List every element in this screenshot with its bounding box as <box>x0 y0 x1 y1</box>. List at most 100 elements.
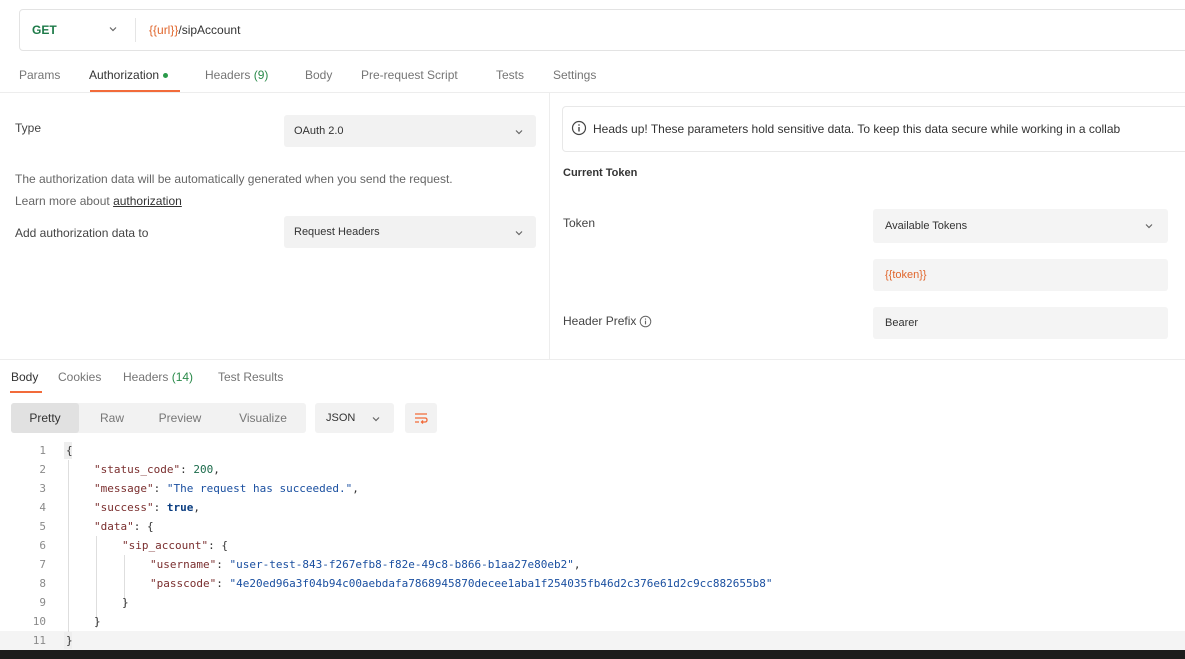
learn-more: Learn more about authorization <box>15 190 535 212</box>
header-prefix-text: Header Prefix <box>563 314 637 328</box>
url-divider <box>135 18 136 42</box>
json-key: "username" <box>150 558 217 571</box>
tab-headers[interactable]: Headers (9) <box>205 68 268 82</box>
json-value: "The request has succeeded." <box>166 482 353 495</box>
add-auth-to-select[interactable]: Request Headers <box>284 216 536 248</box>
chevron-down-icon <box>1145 224 1153 229</box>
json-key: "sip_account" <box>122 539 209 552</box>
panel-divider <box>549 93 550 359</box>
wrap-lines-button[interactable] <box>405 403 437 433</box>
available-tokens-select[interactable]: Available Tokens <box>873 209 1168 243</box>
view-raw-button[interactable]: Raw <box>87 403 137 433</box>
available-tokens-value: Available Tokens <box>885 220 968 232</box>
url-bar: GET {{url}}/sipAccount <box>19 9 1185 51</box>
current-token-heading: Current Token <box>563 167 638 179</box>
header-prefix-label: Header Prefix <box>563 314 652 328</box>
tab-headers-label: Headers <box>205 68 251 82</box>
auth-description-text: The authorization data will be automatic… <box>15 172 453 186</box>
chevron-down-icon[interactable] <box>108 24 118 34</box>
view-pretty-button[interactable]: Pretty <box>11 403 79 433</box>
url-path: /sipAccount <box>178 23 241 37</box>
json-key: "data" <box>94 520 134 533</box>
json-key: "status_code" <box>94 463 181 476</box>
code-line: 9} <box>0 593 1185 612</box>
headers-count: (9) <box>253 68 269 82</box>
json-value: "user-test-843-f267efb8-f82e-49c8-b866-b… <box>229 558 574 571</box>
code-text: "username": "user-test-843-f267efb8-f82e… <box>150 558 581 571</box>
code-line: 10} <box>0 612 1185 631</box>
header-prefix-input[interactable]: Bearer <box>873 307 1168 339</box>
tab-settings[interactable]: Settings <box>553 68 596 82</box>
code-text: "data": { <box>94 520 154 533</box>
method-select[interactable]: GET <box>32 10 57 50</box>
line-number: 4 <box>39 501 46 514</box>
line-number: 7 <box>39 558 46 571</box>
tab-authorization[interactable]: Authorization <box>89 68 169 82</box>
line-number: 8 <box>39 577 46 590</box>
tab-tests[interactable]: Tests <box>496 68 524 82</box>
json-value: 200 <box>193 463 214 476</box>
view-preview-button[interactable]: Preview <box>146 403 214 433</box>
url-input[interactable]: {{url}}/sipAccount <box>149 10 240 50</box>
response-tab-headers[interactable]: Headers (14) <box>123 370 193 384</box>
divider <box>0 359 1185 360</box>
response-body-code: 1{ 2 "status_code": 200, 3 "message": "The… <box>0 441 1185 650</box>
code-line: 1{ <box>0 441 1185 460</box>
active-tab-indicator <box>10 391 42 393</box>
code-text: "success": true, <box>94 501 200 514</box>
code-text: } <box>94 615 101 628</box>
line-number: 10 <box>32 615 46 628</box>
info-icon <box>571 120 587 136</box>
line-number: 9 <box>39 596 46 609</box>
code-line: 5 "data": { <box>0 517 1185 536</box>
json-value: "4e20ed96a3f04b94c00aebdafa7868945870dec… <box>229 577 773 590</box>
line-number: 6 <box>39 539 46 552</box>
code-text: } <box>66 634 73 647</box>
code-text: { <box>66 444 73 457</box>
code-line: 11} <box>0 631 1185 650</box>
auth-type-select[interactable]: OAuth 2.0 <box>284 115 536 147</box>
language-select[interactable]: JSON <box>315 403 394 433</box>
chevron-down-icon <box>515 231 523 236</box>
active-dot-icon <box>163 73 169 79</box>
code-line: 7 "username": "user-test-843-f267efb8-f82… <box>0 555 1185 574</box>
authorization-link[interactable]: authorization <box>113 194 182 208</box>
code-line: 8 "passcode": "4e20ed96a3f04b94c00aebdafa… <box>0 574 1185 593</box>
view-mode-group: Pretty Raw Preview Visualize <box>11 403 306 433</box>
code-line: 6 "sip_account": { <box>0 536 1185 555</box>
chevron-down-icon <box>372 417 380 422</box>
add-auth-label: Add authorization data to <box>15 226 149 240</box>
tab-params[interactable]: Params <box>19 68 60 82</box>
response-tab-test-results[interactable]: Test Results <box>218 370 283 384</box>
code-text: "sip_account": { <box>122 539 228 552</box>
response-tab-cookies[interactable]: Cookies <box>58 370 101 384</box>
add-auth-to-value: Request Headers <box>294 226 380 238</box>
auth-type-value: OAuth 2.0 <box>294 125 344 137</box>
info-icon[interactable] <box>639 315 652 328</box>
header-prefix-value: Bearer <box>885 317 919 329</box>
line-number: 2 <box>39 463 46 476</box>
line-number: 1 <box>39 444 46 457</box>
code-line: 4 "success": true, <box>0 498 1185 517</box>
response-tab-body[interactable]: Body <box>11 370 38 384</box>
tab-pre-request-script[interactable]: Pre-request Script <box>361 68 458 82</box>
response-headers-count: (14) <box>171 370 194 384</box>
json-key: "passcode" <box>150 577 217 590</box>
learn-more-prefix: Learn more about <box>15 194 110 208</box>
auth-description: The authorization data will be automatic… <box>15 168 535 212</box>
window-bottom-edge <box>0 650 1185 659</box>
code-line: 2 "status_code": 200, <box>0 460 1185 479</box>
token-value: {{token}} <box>885 269 927 281</box>
json-value: true <box>166 501 194 514</box>
line-number: 11 <box>32 634 46 647</box>
code-text: "passcode": "4e20ed96a3f04b94c00aebdafa7… <box>150 577 773 590</box>
token-input[interactable]: {{token}} <box>873 259 1168 291</box>
language-value: JSON <box>326 412 356 424</box>
wrap-lines-icon <box>415 413 428 424</box>
code-text: "status_code": 200, <box>94 463 220 476</box>
heads-up-banner: Heads up! These parameters hold sensitiv… <box>562 106 1185 152</box>
tab-body[interactable]: Body <box>305 68 332 82</box>
json-key: "message" <box>94 482 154 495</box>
divider <box>0 92 1185 93</box>
view-visualize-button[interactable]: Visualize <box>225 403 301 433</box>
